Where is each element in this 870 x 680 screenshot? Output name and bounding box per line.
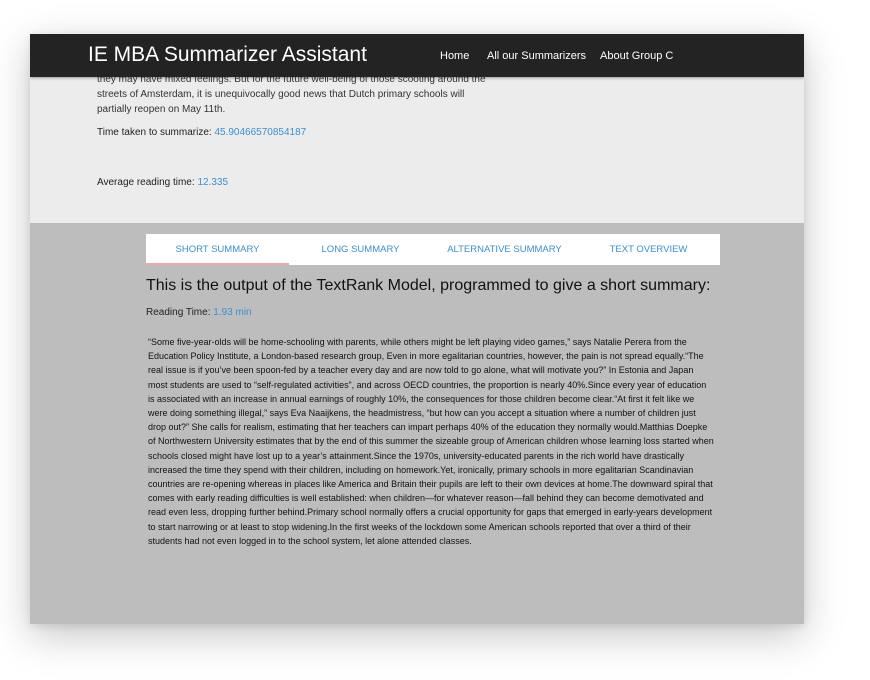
nav-link-home[interactable]: Home	[440, 49, 469, 63]
time-taken-label: Time taken to summarize:	[97, 127, 215, 138]
time-taken-value: 45.90466570854187	[214, 127, 307, 138]
navbar: IE MBA Summarizer Assistant Home All our…	[30, 34, 804, 77]
summary-text: “Some five-year-olds will be home-school…	[148, 337, 714, 546]
time-taken-stat: Time taken to summarize: 45.904665708541…	[97, 126, 306, 140]
average-reading-value: 12.335	[197, 177, 229, 188]
nav-link-about-group-c[interactable]: About Group C	[600, 49, 673, 63]
brand-title[interactable]: IE MBA Summarizer Assistant	[88, 42, 367, 68]
reading-time-label: Reading Time:	[146, 307, 214, 318]
reading-time: Reading Time: 1.93 min	[146, 307, 252, 318]
summary-tabs: SHORT SUMMARY LONG SUMMARY ALTERNATIVE S…	[146, 234, 720, 265]
original-text-snippet: they may have mixed feelings. But for th…	[97, 74, 486, 115]
browser-window: they may have mixed feelings. But for th…	[30, 34, 804, 624]
average-reading-stat: Average reading time: 12.335	[97, 176, 228, 190]
result-title: This is the output of the TextRank Model…	[146, 277, 711, 294]
reading-time-value: 1.93 min	[213, 307, 252, 318]
nav-link-all-summarizers[interactable]: All our Summarizers	[487, 49, 586, 63]
tab-long-summary[interactable]: LONG SUMMARY	[289, 234, 432, 265]
tab-text-overview[interactable]: TEXT OVERVIEW	[577, 234, 720, 265]
tab-alternative-summary[interactable]: ALTERNATIVE SUMMARY	[432, 234, 577, 265]
tab-short-summary[interactable]: SHORT SUMMARY	[146, 234, 289, 265]
average-reading-label: Average reading time:	[97, 177, 198, 188]
